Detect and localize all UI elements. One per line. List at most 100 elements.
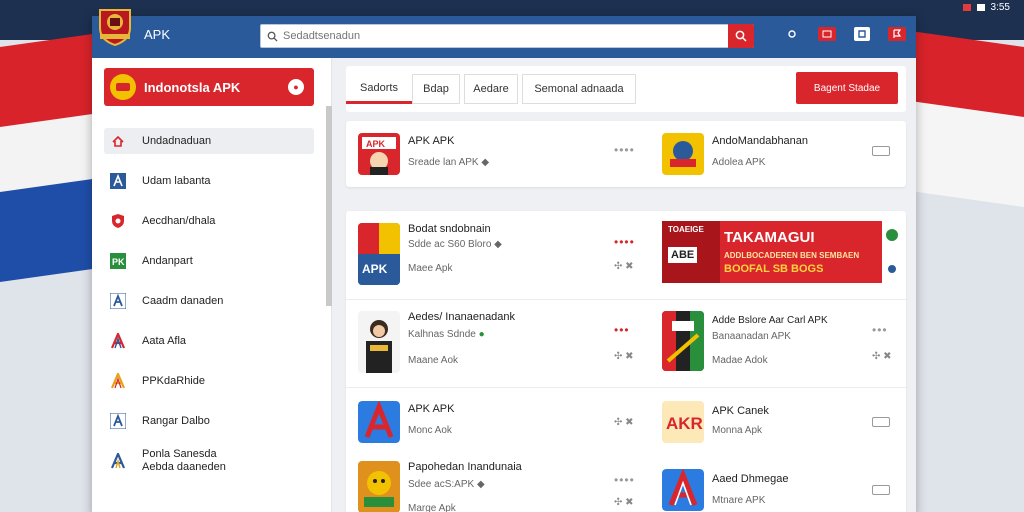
primary-action-button[interactable]: Bagent Stadae [796,72,898,104]
sidebar-item-2[interactable]: Aecdhan/dhala [104,208,314,234]
search-bar[interactable] [260,24,754,48]
flag-icon: PK [110,253,126,269]
banner-dot-icon [888,265,896,273]
sidebar-item-label: PPKdaRhide [142,374,205,387]
apk-icon [110,293,126,309]
download-icon[interactable] [872,417,890,427]
app-icon[interactable] [662,469,704,511]
app-subtitle: Adolea APK [712,157,766,168]
search-button[interactable] [728,24,754,48]
more-options-icon[interactable]: •••• [614,235,635,249]
search-icon [735,30,747,42]
home-icon [110,133,126,149]
app-icon[interactable] [662,133,704,175]
signal-icon [976,4,985,11]
app-icon[interactable]: AKR [662,401,704,443]
sidebar-item-label-line1: Ponla Sanesda [142,448,217,460]
sidebar-item-0[interactable]: Undadnaduan [104,128,314,154]
sidebar-brand[interactable]: Indonotsla APK ● [104,68,314,106]
status-time: 3:55 [990,2,1010,13]
share-icon[interactable]: ✣ ✖ [614,261,634,272]
app-subtitle: Sdde ac S60 Bloro ◆ [408,239,502,250]
verified-icon: ◆ [481,157,490,168]
system-status-bar: 3:55 [962,2,1010,13]
sidebar-item-1[interactable]: Udam labanta [104,168,314,194]
app-name[interactable]: APK APK [408,403,454,415]
sidebar-item-6[interactable]: PPKdaRhide [104,368,314,394]
tab-2[interactable]: Aedare [464,74,518,104]
row-divider [346,299,906,300]
app-subtitle: Sdee acS:APK ◆ [408,479,485,490]
sidebar-item-label: Undadnaduan [142,134,212,147]
app-card-1: APK APK APK Sreade lan APK ◆ •••• AndoMa… [346,121,906,187]
app-subtitle-text: Sreade lan APK [408,157,479,168]
more-options-icon[interactable]: •••• [614,473,635,487]
app-name[interactable]: APK APK [408,135,454,147]
app-name[interactable]: AndoMandabhanan [712,135,808,147]
sidebar-item-label: Aata Afla [142,334,187,347]
brand-title: Indonotsla APK [144,79,241,95]
notifications-icon[interactable] [818,27,836,41]
banner-badge-icon [886,229,898,241]
app-title: APK [144,27,171,42]
promo-banner[interactable]: TOAEIGE ABE TAKAMAGUI ADDLBOCADEREN BEN … [662,221,882,283]
app-icon[interactable]: APK [358,133,400,175]
apk-icon [110,333,126,349]
sidebar-item-label: Aecdhan/dhala [142,214,216,227]
share-icon[interactable]: ✣ ✖ [872,351,892,362]
emblem-logo-icon [96,4,134,47]
account-icon[interactable] [854,27,870,41]
share-icon[interactable]: ✣ ✖ [614,497,634,508]
app-size: Marge Apk [408,503,456,512]
notification-icon [962,4,971,11]
app-name[interactable]: Aaed Dhmegae [712,473,788,485]
sidebar-item-8[interactable]: Ponla Sanesda Aebda daaneden [104,448,314,474]
share-icon[interactable]: ✣ ✖ [614,417,634,428]
settings-icon[interactable] [784,27,800,41]
app-icon[interactable] [358,311,400,373]
brand-logo-icon [110,74,136,100]
app-subtitle: Kalhnas Sdnde ● [408,329,485,340]
download-icon[interactable] [872,146,890,156]
app-icon[interactable]: APK [358,223,400,285]
app-list-card: APK Bodat sndobnain Sdde ac S60 Bloro ◆ … [346,211,906,512]
search-input[interactable] [283,30,753,42]
svg-text:APK: APK [366,139,386,149]
app-icon[interactable] [358,401,400,443]
sidebar-item-5[interactable]: Aata Afla [104,328,314,354]
sidebar-item-label: Udam labanta [142,174,211,187]
app-name[interactable]: APK Canek [712,405,769,417]
app-subtitle: Banaanadan APK [712,331,791,342]
row-divider [346,387,906,388]
app-name[interactable]: Bodat sndobnain [408,223,491,235]
banner-caption: BOOFAL SB BOGS [724,263,824,275]
brand-badge-icon: ● [288,79,304,95]
sidebar-item-4[interactable]: Caadm danaden [104,288,314,314]
more-options-icon[interactable]: ••• [872,323,888,337]
app-name[interactable]: Adde Bslore Aar Carl APK [712,315,828,326]
app-size: Maee Apk [408,263,453,274]
more-options-icon[interactable]: ••• [614,323,630,337]
tab-0[interactable]: Sadorts [346,74,412,104]
svg-text:APK: APK [362,262,388,276]
share-icon[interactable]: ✣ ✖ [614,351,634,362]
sidebar-item-label: Ponla Sanesda Aebda daaneden [142,449,226,473]
app-icon[interactable] [358,461,400,512]
app-name[interactable]: Aedes/ Inanaenadank [408,311,515,323]
svg-text:PK: PK [112,257,125,267]
app-icon[interactable] [662,311,704,371]
download-icon[interactable] [872,485,890,495]
tab-1[interactable]: Bdap [412,74,460,104]
banner-title: TAKAMAGUI [724,229,815,246]
app-name[interactable]: Papohedan Inandunaia [408,461,522,473]
sidebar-item-7[interactable]: Rangar Dalbo [104,408,314,434]
sidebar-item-3[interactable]: PK Andanpart [104,248,314,274]
app-subtitle-text: Sdee acS:APK [408,479,475,490]
more-options-icon[interactable]: •••• [614,143,635,157]
app-subtitle-text: Kalhnas Sdnde [408,329,476,340]
flag-menu-icon[interactable] [888,27,906,41]
verified-icon: ● [478,329,485,340]
titlebar-actions [784,27,906,41]
tab-3[interactable]: Semonal adnaada [522,74,636,104]
titlebar: APK [92,9,916,58]
